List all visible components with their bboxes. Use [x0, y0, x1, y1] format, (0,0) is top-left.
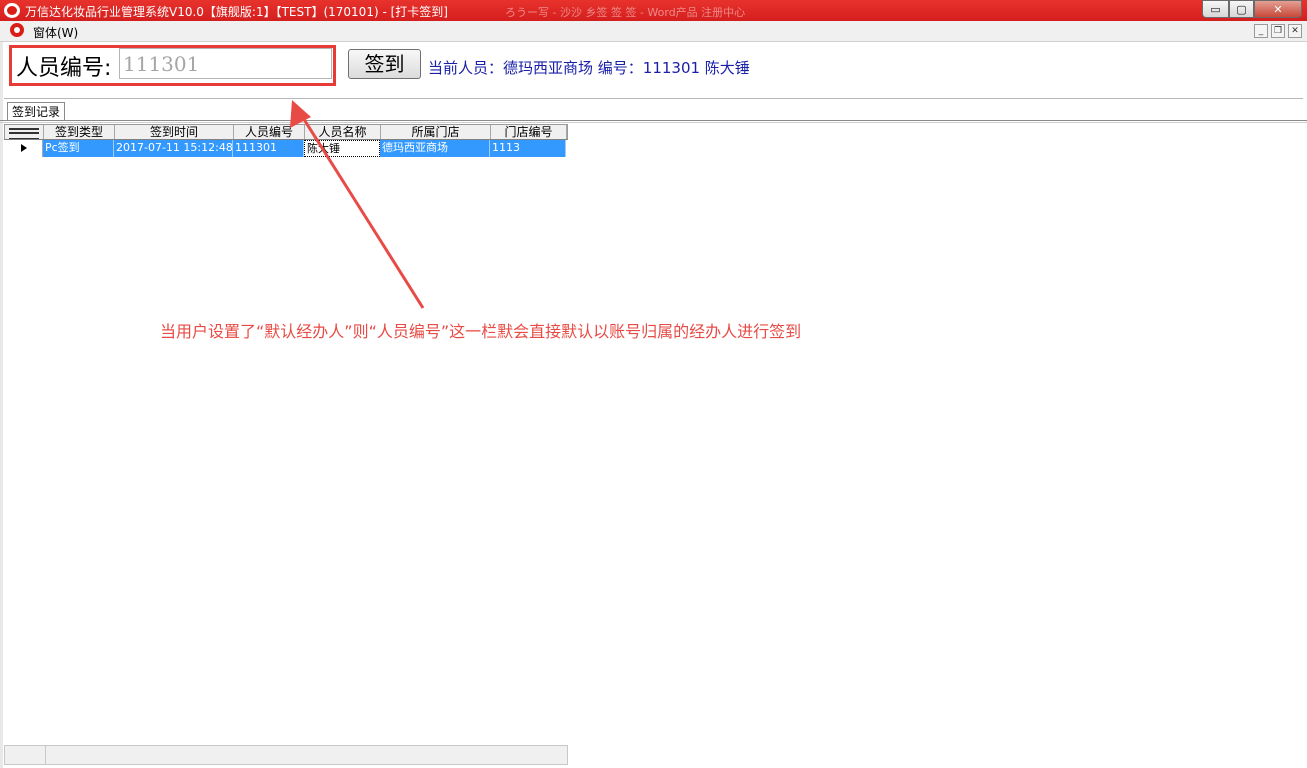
- tab-divider-lower: [0, 122, 1307, 123]
- cell-employee-id[interactable]: 111301: [233, 140, 304, 157]
- mdi-window-icon[interactable]: [10, 23, 24, 37]
- current-user-info: 当前人员：德玛西亚商场 编号：111301 陈大锤: [428, 59, 750, 77]
- column-header[interactable]: 所属门店: [381, 125, 491, 139]
- checkin-button[interactable]: 签到: [348, 49, 421, 79]
- mdi-restore-button[interactable]: ❐: [1271, 24, 1285, 38]
- employee-id-input[interactable]: [119, 48, 332, 79]
- window-title: 万信达化妆品行业管理系统V10.0【旗舰版:1】【TEST】(170101) -…: [25, 5, 448, 19]
- row-selector-icon: [9, 128, 39, 139]
- mdi-minimize-button[interactable]: _: [1254, 24, 1268, 38]
- app-logo-icon: [4, 3, 20, 18]
- tab-divider: [0, 120, 1307, 121]
- annotation-text: 当用户设置了“默认经办人”则“人员编号”这一栏默会直接默认以账号归属的经办人进行…: [160, 322, 802, 341]
- mdi-close-button[interactable]: ✕: [1288, 24, 1302, 38]
- cell-checkin-time[interactable]: 2017-07-11 15:12:48: [114, 140, 233, 157]
- status-pane: [5, 746, 46, 764]
- menu-bar: 窗体(W): [0, 21, 1307, 42]
- column-header[interactable]: 签到类型: [44, 125, 115, 139]
- table-row[interactable]: Pc签到 2017-07-11 15:12:48 111301 陈大锤 德玛西亚…: [4, 140, 568, 157]
- column-header[interactable]: 人员编号: [234, 125, 305, 139]
- title-bar: 万信达化妆品行业管理系统V10.0【旗舰版:1】【TEST】(170101) -…: [0, 0, 1307, 21]
- background-window-title: ろうー写 - 沙沙 乡签 签 签 - Word产品 注册中心: [505, 6, 746, 19]
- column-header[interactable]: 签到时间: [115, 125, 234, 139]
- maximize-button[interactable]: ▢: [1229, 0, 1254, 18]
- column-header[interactable]: 人员名称: [305, 125, 381, 139]
- column-header[interactable]: 门店编号: [491, 125, 567, 139]
- status-bar: [4, 745, 568, 765]
- minimize-icon: ▭: [1210, 3, 1221, 16]
- window-left-edge: [0, 42, 3, 768]
- maximize-icon: ▢: [1236, 3, 1247, 16]
- checkin-records-grid: 签到类型 签到时间 人员编号 人员名称 所属门店 门店编号 Pc签到 2017-…: [4, 124, 568, 157]
- menu-window[interactable]: 窗体(W): [33, 24, 78, 41]
- grid-selector-header[interactable]: [5, 125, 44, 139]
- minimize-button[interactable]: ▭: [1202, 0, 1229, 18]
- cell-store[interactable]: 德玛西亚商场: [380, 140, 490, 157]
- grid-header: 签到类型 签到时间 人员编号 人员名称 所属门店 门店编号: [4, 124, 568, 140]
- close-button[interactable]: ✕: [1254, 0, 1302, 18]
- annotation-arrow: [290, 100, 425, 309]
- mdi-minimize-icon: _: [1258, 26, 1264, 36]
- current-row-indicator: [4, 140, 43, 157]
- cell-checkin-type[interactable]: Pc签到: [43, 140, 114, 157]
- mdi-restore-icon: ❐: [1273, 26, 1283, 36]
- close-icon: ✕: [1273, 3, 1283, 16]
- mdi-close-icon: ✕: [1291, 26, 1299, 36]
- cell-store-id[interactable]: 1113: [490, 140, 566, 157]
- tab-checkin-records[interactable]: 签到记录: [7, 102, 65, 120]
- cell-employee-name[interactable]: 陈大锤: [304, 140, 380, 157]
- employee-id-label: 人员编号:: [16, 56, 112, 81]
